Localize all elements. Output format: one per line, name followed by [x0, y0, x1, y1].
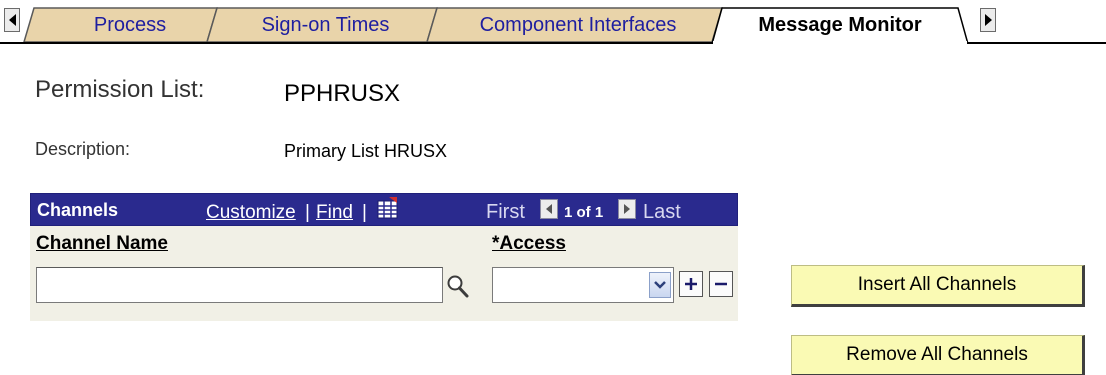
minus-icon [715, 282, 727, 286]
description-value: Primary List HRUSX [284, 141, 448, 161]
tab-baseline-right [968, 42, 1106, 44]
grid-title: Channels [37, 200, 119, 220]
tab-strip: Process Sign-on Times Component Interfac… [0, 0, 1106, 44]
tab-message-monitor[interactable]: Message Monitor [722, 8, 958, 42]
tab-sign-on-times-label: Sign-on Times [261, 13, 390, 36]
nav-count: 1 of 1 [564, 204, 604, 221]
nav-last: Last [643, 201, 681, 223]
description-label: Description: [35, 139, 131, 159]
tab-process-label: Process [93, 13, 167, 36]
tab-component-interfaces[interactable]: Component Interfaces [444, 8, 712, 42]
add-row-button[interactable] [679, 271, 703, 297]
insert-all-channels-button[interactable]: Insert All Channels [791, 265, 1085, 307]
grid-view-icon[interactable] [377, 197, 401, 221]
customize-link[interactable]: Customize [206, 202, 296, 224]
chevron-down-icon[interactable] [649, 272, 671, 298]
scroll-right-icon[interactable] [980, 8, 996, 32]
tab-component-interfaces-label: Component Interfaces [479, 13, 677, 36]
nav-next-icon[interactable] [618, 199, 636, 219]
nav-prev-icon[interactable] [540, 199, 558, 219]
access-select[interactable] [492, 267, 674, 303]
grid-header: Channels Customize | Find | First 1 of 1… [30, 193, 738, 226]
nav-first: First [486, 201, 525, 223]
tab-process[interactable]: Process [60, 8, 200, 42]
tab-baseline [0, 42, 712, 44]
tab-sign-on-times[interactable]: Sign-on Times [228, 8, 423, 42]
grid-separator-2: | [362, 202, 367, 223]
lookup-icon[interactable] [446, 273, 470, 299]
grid-separator: | [305, 202, 310, 223]
column-header-channel-name[interactable]: Channel Name [36, 233, 168, 255]
channels-grid: Channels Customize | Find | First 1 of 1… [30, 193, 738, 321]
page: Process Sign-on Times Component Interfac… [0, 0, 1106, 375]
permission-list-value: PPHRUSX [284, 80, 401, 107]
remove-all-channels-button[interactable]: Remove All Channels [791, 335, 1085, 375]
tab-message-monitor-label: Message Monitor [758, 13, 922, 36]
scroll-left-icon[interactable] [4, 8, 20, 32]
channel-name-input[interactable] [36, 267, 443, 303]
permission-list-label: Permission List: [35, 76, 205, 103]
column-header-access[interactable]: *Access [492, 233, 566, 255]
find-link[interactable]: Find [316, 202, 353, 224]
plus-icon [685, 278, 697, 290]
delete-row-button[interactable] [709, 271, 733, 297]
